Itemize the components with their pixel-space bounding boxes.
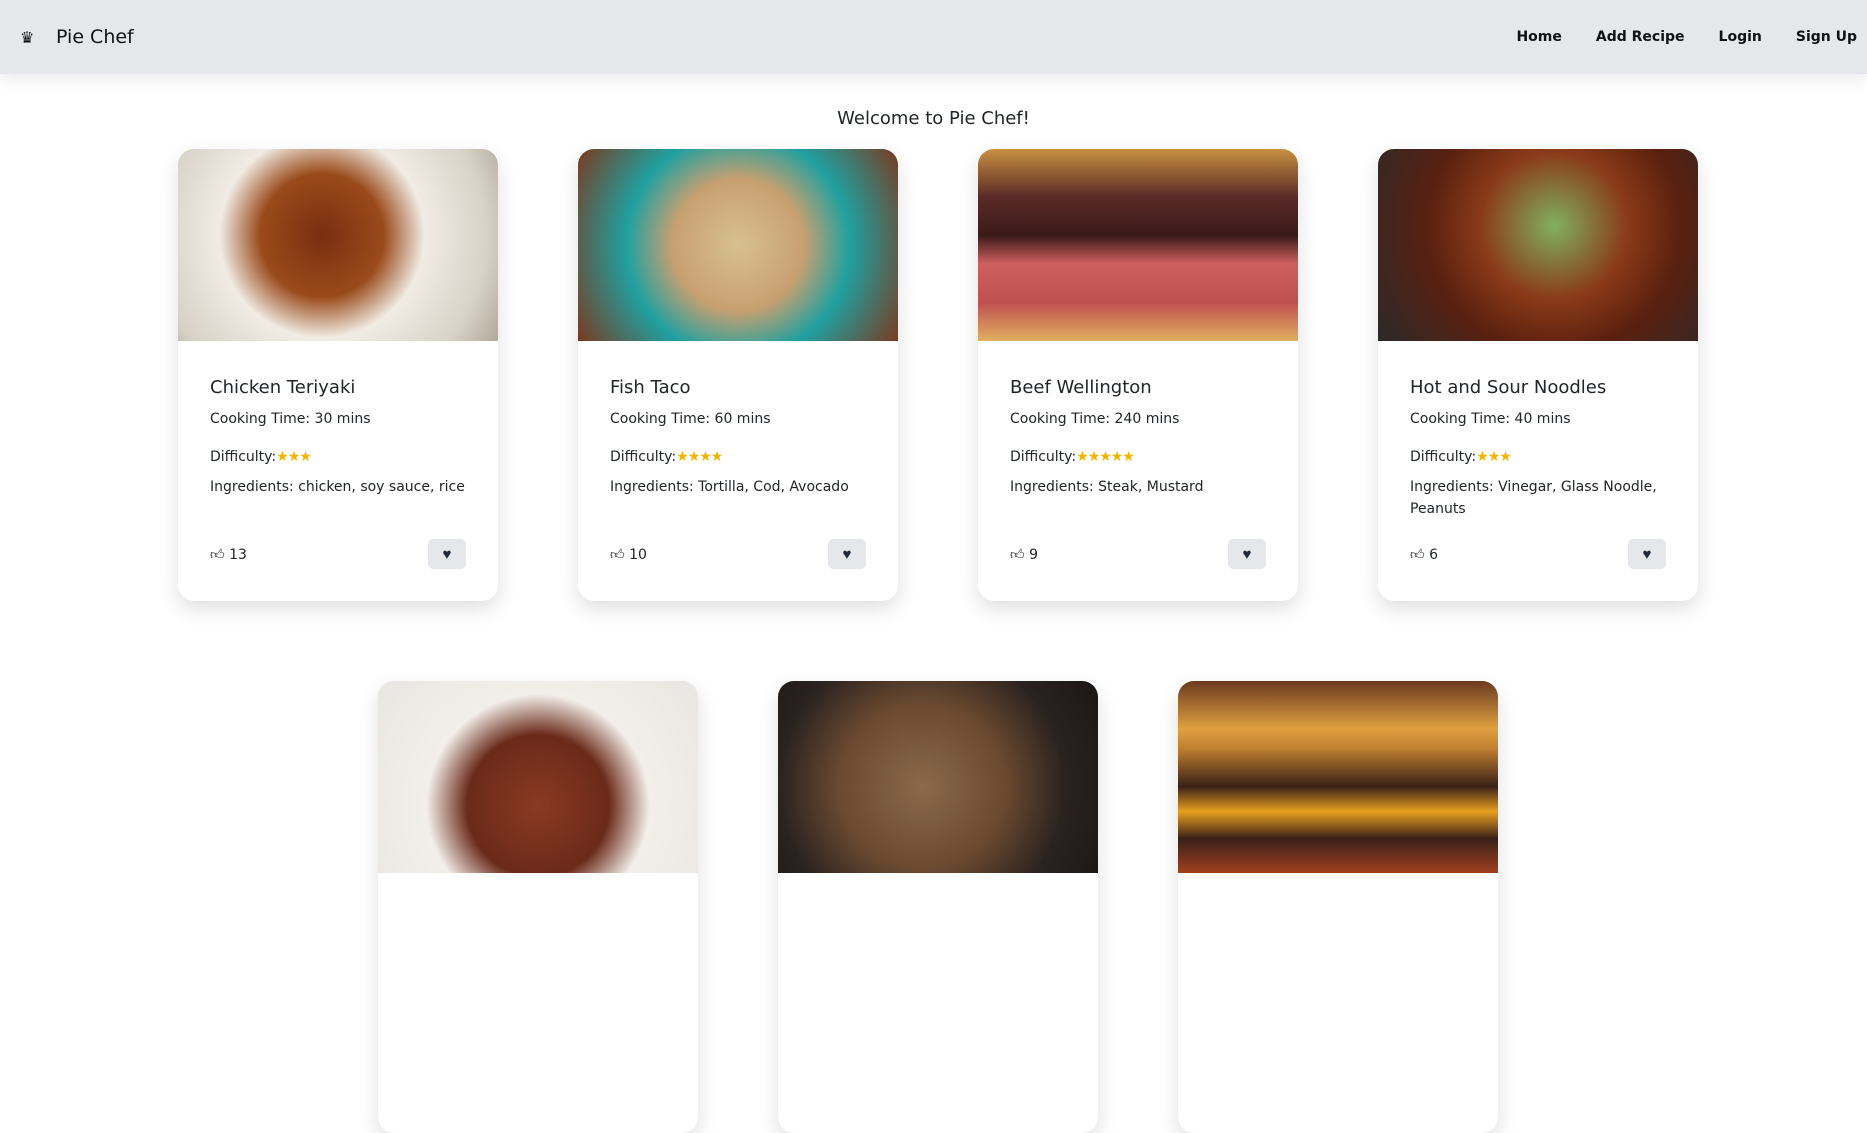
difficulty: Difficulty:★★★★: [610, 449, 866, 465]
star-icon: ★★★★: [676, 449, 723, 465]
nav-login[interactable]: Login: [1719, 29, 1762, 45]
like-count[interactable]: 👍︎ 10: [610, 546, 647, 563]
welcome-heading: Welcome to Pie Chef!: [837, 108, 1030, 129]
cooking-time: Cooking Time: 240 mins: [1010, 411, 1180, 427]
nav-home[interactable]: Home: [1516, 29, 1561, 45]
recipe-card[interactable]: Beef Wellington Cooking Time: 240 mins D…: [978, 149, 1298, 601]
heart-icon: ♥: [1642, 545, 1652, 563]
recipe-title: Chicken Teriyaki: [210, 377, 356, 398]
thumbs-up-icon: 👍︎: [210, 546, 225, 563]
recipe-image: [578, 149, 898, 341]
difficulty-label: Difficulty:: [1410, 449, 1477, 465]
thumbs-up-icon: 👍︎: [1010, 546, 1025, 563]
recipe-card[interactable]: [1178, 681, 1498, 1133]
recipe-card[interactable]: Hot and Sour Noodles Cooking Time: 40 mi…: [1378, 149, 1698, 601]
recipe-title: Beef Wellington: [1010, 377, 1152, 398]
recipe-image: [778, 681, 1098, 873]
cooking-time: Cooking Time: 40 mins: [1410, 411, 1571, 427]
favorite-button[interactable]: ♥: [1228, 539, 1266, 569]
like-count-value: 13: [229, 546, 247, 563]
ingredients: Ingredients: Vinegar, Glass Noodle, Pean…: [1410, 479, 1657, 517]
recipe-image: [178, 149, 498, 341]
ingredients: Ingredients: chicken, soy sauce, rice: [210, 479, 465, 495]
brand-name: Pie Chef: [56, 26, 134, 48]
ingredients: Ingredients: Steak, Mustard: [1010, 479, 1204, 495]
difficulty-label: Difficulty:: [210, 449, 277, 465]
difficulty: Difficulty:★★★: [1410, 449, 1666, 465]
recipe-image: [1378, 149, 1698, 341]
difficulty: Difficulty:★★★★★: [1010, 449, 1266, 465]
recipe-title: Hot and Sour Noodles: [1410, 377, 1607, 398]
recipe-title: Fish Taco: [610, 377, 691, 398]
thumbs-up-icon: 👍︎: [610, 546, 625, 563]
brand-link[interactable]: ♛ Pie Chef: [20, 26, 134, 48]
difficulty-label: Difficulty:: [1010, 449, 1077, 465]
recipe-image: [978, 149, 1298, 341]
favorite-button[interactable]: ♥: [828, 539, 866, 569]
like-count[interactable]: 👍︎ 9: [1010, 546, 1038, 563]
recipe-image: [378, 681, 698, 873]
heart-icon: ♥: [1242, 545, 1252, 563]
recipe-card[interactable]: Chicken Teriyaki Cooking Time: 30 mins D…: [178, 149, 498, 601]
star-icon: ★★★★★: [1076, 449, 1135, 465]
cooking-time: Cooking Time: 30 mins: [210, 411, 371, 427]
star-icon: ★★★: [1476, 449, 1512, 465]
favorite-button[interactable]: ♥: [428, 539, 466, 569]
favorite-button[interactable]: ♥: [1628, 539, 1666, 569]
ingredients: Ingredients: Tortilla, Cod, Avocado: [610, 479, 849, 495]
nav-add-recipe[interactable]: Add Recipe: [1596, 29, 1685, 45]
like-count[interactable]: 👍︎ 13: [210, 546, 247, 563]
recipe-image: [1178, 681, 1498, 873]
like-count-value: 10: [629, 546, 647, 563]
cooking-time: Cooking Time: 60 mins: [610, 411, 771, 427]
heart-icon: ♥: [842, 545, 852, 563]
nav-sign-up[interactable]: Sign Up: [1796, 29, 1857, 45]
like-count[interactable]: 👍︎ 6: [1410, 546, 1438, 563]
recipe-card[interactable]: [778, 681, 1098, 1133]
recipe-card[interactable]: [378, 681, 698, 1133]
chef-hat-icon: ♛: [20, 27, 35, 47]
difficulty-label: Difficulty:: [610, 449, 677, 465]
like-count-value: 6: [1429, 546, 1439, 563]
recipe-card[interactable]: Fish Taco Cooking Time: 60 mins Difficul…: [578, 149, 898, 601]
thumbs-up-icon: 👍︎: [1410, 546, 1425, 563]
heart-icon: ♥: [442, 545, 452, 563]
like-count-value: 9: [1029, 546, 1039, 563]
navbar: ♛ Pie Chef Home Add Recipe Login Sign Up: [0, 0, 1867, 74]
star-icon: ★★★: [276, 449, 312, 465]
difficulty: Difficulty:★★★: [210, 449, 466, 465]
